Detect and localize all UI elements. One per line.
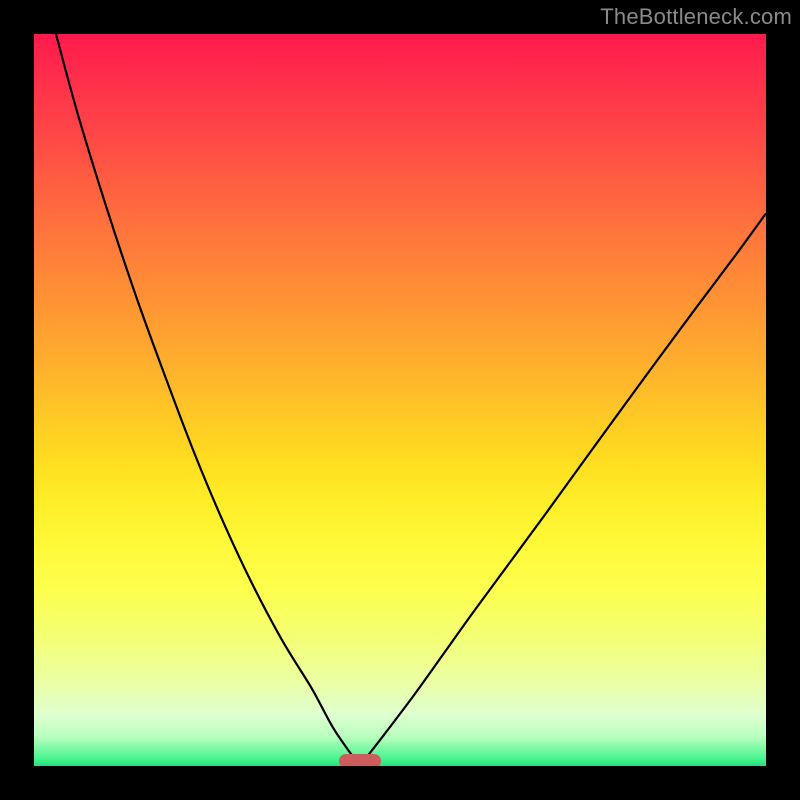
curve-left-branch: [56, 34, 360, 766]
bottleneck-curve: [34, 34, 766, 766]
optimal-marker: [339, 754, 381, 766]
chart-frame: TheBottleneck.com: [0, 0, 800, 800]
watermark-text: TheBottleneck.com: [600, 4, 792, 30]
curve-right-branch: [360, 213, 766, 766]
plot-area: [34, 34, 766, 766]
